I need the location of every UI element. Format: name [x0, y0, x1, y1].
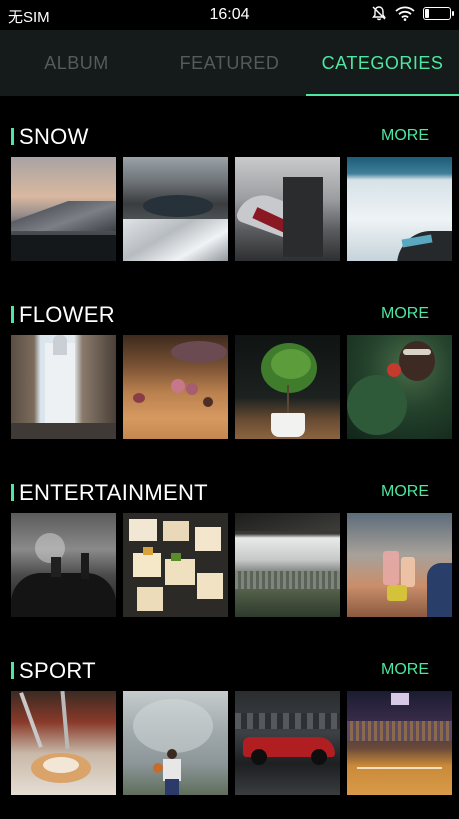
thumbnail-snowy-lake-valley[interactable] — [123, 157, 228, 261]
section-title: ENTERTAINMENT — [19, 480, 208, 505]
section-accent-bar — [11, 662, 14, 679]
thumbnail-row — [11, 335, 452, 439]
thumbnail-snowy-mountain-sunset[interactable] — [11, 157, 116, 261]
more-button[interactable]: MORE — [381, 483, 429, 501]
thumbnail-party-canapes-tray[interactable] — [123, 513, 228, 617]
tab-bar: ALBUM FEATURED CATEGORIES — [0, 30, 459, 96]
category-section-flower: FLOWER MORE — [0, 274, 459, 452]
section-header: SNOW MORE — [0, 124, 459, 152]
tab-featured[interactable]: FEATURED — [153, 30, 306, 96]
status-bar: 无SIM 16:04 — [0, 0, 459, 30]
tab-categories[interactable]: CATEGORIES — [306, 30, 459, 96]
section-title: SPORT — [19, 658, 96, 683]
thumbnail-frozen-lake-shore[interactable] — [347, 157, 452, 261]
section-header: FLOWER MORE — [0, 302, 459, 330]
section-accent-bar — [11, 484, 14, 501]
thumbnail-basketball-arena-game[interactable] — [347, 691, 452, 795]
section-title: SNOW — [19, 124, 89, 149]
thumbnail-old-town-street-church[interactable] — [11, 335, 116, 439]
section-header: SPORT MORE — [0, 658, 459, 686]
mute-bell-icon — [372, 6, 386, 21]
section-accent-bar — [11, 306, 14, 323]
categories-list: SNOW MORE FLOWER MORE ENTERTAINMENT MORE… — [0, 96, 459, 808]
category-section-entertainment: ENTERTAINMENT MORE — [0, 452, 459, 630]
thumbnail-race-track-grandstand[interactable] — [235, 513, 340, 617]
tab-album[interactable]: ALBUM — [0, 30, 153, 96]
status-icons — [371, 5, 454, 21]
thumbnail-row — [11, 691, 452, 795]
section-accent-bar — [11, 128, 14, 145]
thumbnail-ski-boot-close-up[interactable] — [235, 157, 340, 261]
more-button[interactable]: MORE — [381, 305, 429, 323]
thumbnail-dessert-with-forks[interactable] — [11, 691, 116, 795]
thumbnail-row — [11, 157, 452, 261]
thumbnail-face-among-leaves[interactable] — [347, 335, 452, 439]
thumbnail-concert-crowd-monochrome[interactable] — [11, 513, 116, 617]
section-header: ENTERTAINMENT MORE — [0, 480, 459, 508]
more-button[interactable]: MORE — [381, 661, 429, 679]
category-section-sport: SPORT MORE — [0, 630, 459, 808]
thumbnail-row — [11, 513, 452, 617]
wifi-icon — [395, 6, 415, 21]
thumbnail-friends-toasting-drinks[interactable] — [347, 513, 452, 617]
thumbnail-potted-plant-white-pot[interactable] — [235, 335, 340, 439]
thumbnail-basketball-player-mural[interactable] — [123, 691, 228, 795]
thumbnail-dried-roses-on-table[interactable] — [123, 335, 228, 439]
category-section-snow: SNOW MORE — [0, 96, 459, 274]
battery-icon — [423, 6, 454, 20]
more-button[interactable]: MORE — [381, 127, 429, 145]
thumbnail-race-car-on-track[interactable] — [235, 691, 340, 795]
section-title: FLOWER — [19, 302, 115, 327]
